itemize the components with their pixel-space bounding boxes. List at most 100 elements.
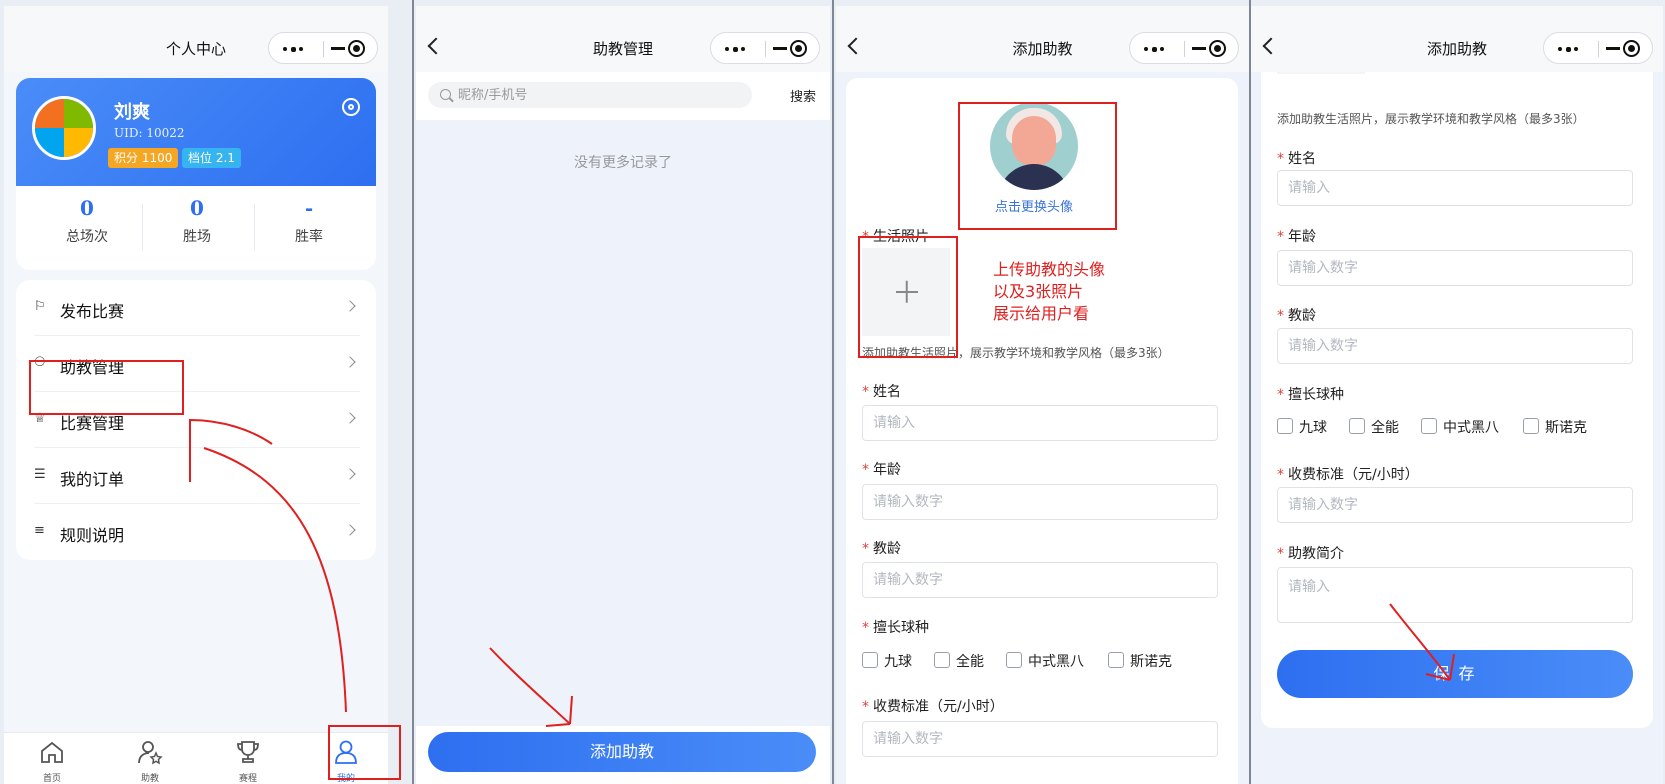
menu-label: 我的订单 <box>60 470 125 489</box>
search-input[interactable] <box>458 86 738 104</box>
more-icon[interactable] <box>1558 46 1578 52</box>
required-mark: * <box>1277 229 1284 245</box>
label-text: 教龄 <box>1288 308 1316 324</box>
checkbox-chinese-eight[interactable] <box>1006 652 1022 668</box>
checkbox-snooker[interactable] <box>1108 652 1124 668</box>
required-mark: * <box>1277 467 1284 483</box>
menu-list: ⚐ 发布比赛 ⚇ 助教管理 ♕ 比赛管理 ☰ 我的订单 ≡ 规则说明 <box>16 280 376 560</box>
more-icon[interactable] <box>1144 46 1164 52</box>
minimize-icon[interactable] <box>1606 47 1620 50</box>
age-label: * 年龄 <box>1277 226 1316 246</box>
search-button[interactable]: 搜索 <box>790 86 816 105</box>
checkbox-label: 全能 <box>956 654 984 670</box>
chevron-right-icon <box>344 524 356 536</box>
tab-home[interactable]: 首页 <box>22 739 82 784</box>
note-line: 以及3张照片 <box>993 282 1084 301</box>
list-icon: ☰ <box>34 467 46 482</box>
close-target-icon[interactable] <box>348 40 365 57</box>
required-mark: * <box>1277 151 1284 167</box>
menu-label: 规则说明 <box>60 526 125 545</box>
age-input[interactable] <box>1277 250 1633 286</box>
coach-management-screen: 助教管理 搜索 没有更多记录了 添加助教 <box>416 6 830 784</box>
checkbox-nine-ball[interactable] <box>862 652 878 668</box>
name-input[interactable] <box>862 405 1218 441</box>
add-coach-screen-scrolled: 添加助教生活照片，展示教学环境和教学风格（最多3张） *姓名 *年龄 *教龄 *… <box>1251 6 1663 784</box>
more-icon[interactable] <box>725 46 745 52</box>
tab-coach[interactable]: 助教 <box>120 739 180 784</box>
tab-label: 助教 <box>140 774 159 784</box>
checkbox-nine-ball[interactable] <box>1277 418 1293 434</box>
required-mark: * <box>1277 387 1284 403</box>
years-input[interactable] <box>1277 328 1633 364</box>
ball-label: * 擅长球种 <box>1277 384 1344 404</box>
home-icon <box>41 741 63 763</box>
trophy-icon <box>237 741 259 763</box>
add-coach-button[interactable]: 添加助教 <box>428 732 816 772</box>
minimize-icon[interactable] <box>1192 47 1206 50</box>
checkbox-all-round[interactable] <box>1349 418 1365 434</box>
label-text: 助教简介 <box>1288 546 1344 562</box>
stat-wins: 0 胜场 <box>142 196 252 246</box>
menu-item-publish-match[interactable]: ⚐ 发布比赛 <box>34 280 360 336</box>
mini-program-capsule <box>710 32 820 64</box>
fee-input[interactable] <box>1277 487 1633 523</box>
required-mark: * <box>862 620 869 636</box>
minimize-icon[interactable] <box>773 47 787 50</box>
checkbox-label: 九球 <box>1299 420 1327 436</box>
years-input[interactable] <box>862 562 1218 598</box>
photos-hint: 添加助教生活照片，展示教学环境和教学风格（最多3张） <box>1277 112 1585 126</box>
avatar[interactable] <box>32 96 96 160</box>
menu-label: 发布比赛 <box>60 302 125 321</box>
capsule-divider <box>323 41 324 57</box>
close-target-icon[interactable] <box>790 40 807 57</box>
age-label: * 年龄 <box>862 459 901 479</box>
annotation-note: 上传助教的头像 以及3张照片 展示给用户看 <box>993 259 1105 325</box>
fee-input[interactable] <box>862 721 1218 757</box>
note-line: 上传助教的头像 <box>993 260 1106 279</box>
tab-schedule[interactable]: 赛程 <box>218 739 278 784</box>
sliders-icon: ≡ <box>34 523 45 538</box>
chevron-right-icon <box>344 356 356 368</box>
required-mark: * <box>1277 308 1284 324</box>
navbar: 个人中心 <box>4 6 388 72</box>
search-bar: 搜索 <box>416 72 830 120</box>
label-text: 收费标准（元/小时） <box>1288 467 1419 483</box>
checkbox-label: 斯诺克 <box>1545 420 1587 436</box>
checkbox-label: 全能 <box>1371 420 1399 436</box>
name-input[interactable] <box>1277 170 1633 206</box>
label-text: 擅长球种 <box>873 620 929 636</box>
ball-options: 九球 全能 中式黑八 斯诺克 <box>862 650 1218 670</box>
age-input[interactable] <box>862 484 1218 520</box>
screen-divider <box>412 0 414 784</box>
checkbox-snooker[interactable] <box>1523 418 1539 434</box>
empty-state-text: 没有更多记录了 <box>574 155 672 171</box>
menu-item-rules[interactable]: ≡ 规则说明 <box>34 504 360 560</box>
checkbox-all-round[interactable] <box>934 652 950 668</box>
mini-program-capsule <box>1543 32 1653 64</box>
mini-program-capsule <box>1129 32 1239 64</box>
save-button[interactable]: 保 存 <box>1277 650 1633 698</box>
close-target-icon[interactable] <box>1623 40 1640 57</box>
navbar: 添加助教 <box>1251 6 1663 72</box>
gear-icon[interactable] <box>342 98 360 116</box>
checkbox-label: 斯诺克 <box>1130 654 1172 670</box>
intro-textarea[interactable] <box>1277 567 1633 623</box>
stat-value: 0 <box>190 196 204 220</box>
user-name: 刘爽 <box>114 102 150 123</box>
label-text: 姓名 <box>873 384 901 400</box>
name-label: * 姓名 <box>1277 148 1316 168</box>
annotation-box-mine-tab <box>328 725 401 780</box>
intro-label: * 助教简介 <box>1277 543 1344 563</box>
rank-badge: 档位 2.1 <box>182 148 241 168</box>
checkbox-chinese-eight[interactable] <box>1421 418 1437 434</box>
menu-item-my-orders[interactable]: ☰ 我的订单 <box>34 448 360 504</box>
screen-divider <box>832 0 834 784</box>
more-icon[interactable] <box>283 46 303 52</box>
minimize-icon[interactable] <box>331 47 345 50</box>
ball-options: 九球 全能 中式黑八 斯诺克 <box>1277 416 1633 436</box>
stat-winrate: - 胜率 <box>254 196 364 246</box>
profile-card: 刘爽 UID: 10022 积分 1100 档位 2.1 0 总场次 0 胜场 … <box>16 78 376 270</box>
ball-label: * 擅长球种 <box>862 617 929 637</box>
label-text: 姓名 <box>1288 151 1316 167</box>
close-target-icon[interactable] <box>1209 40 1226 57</box>
